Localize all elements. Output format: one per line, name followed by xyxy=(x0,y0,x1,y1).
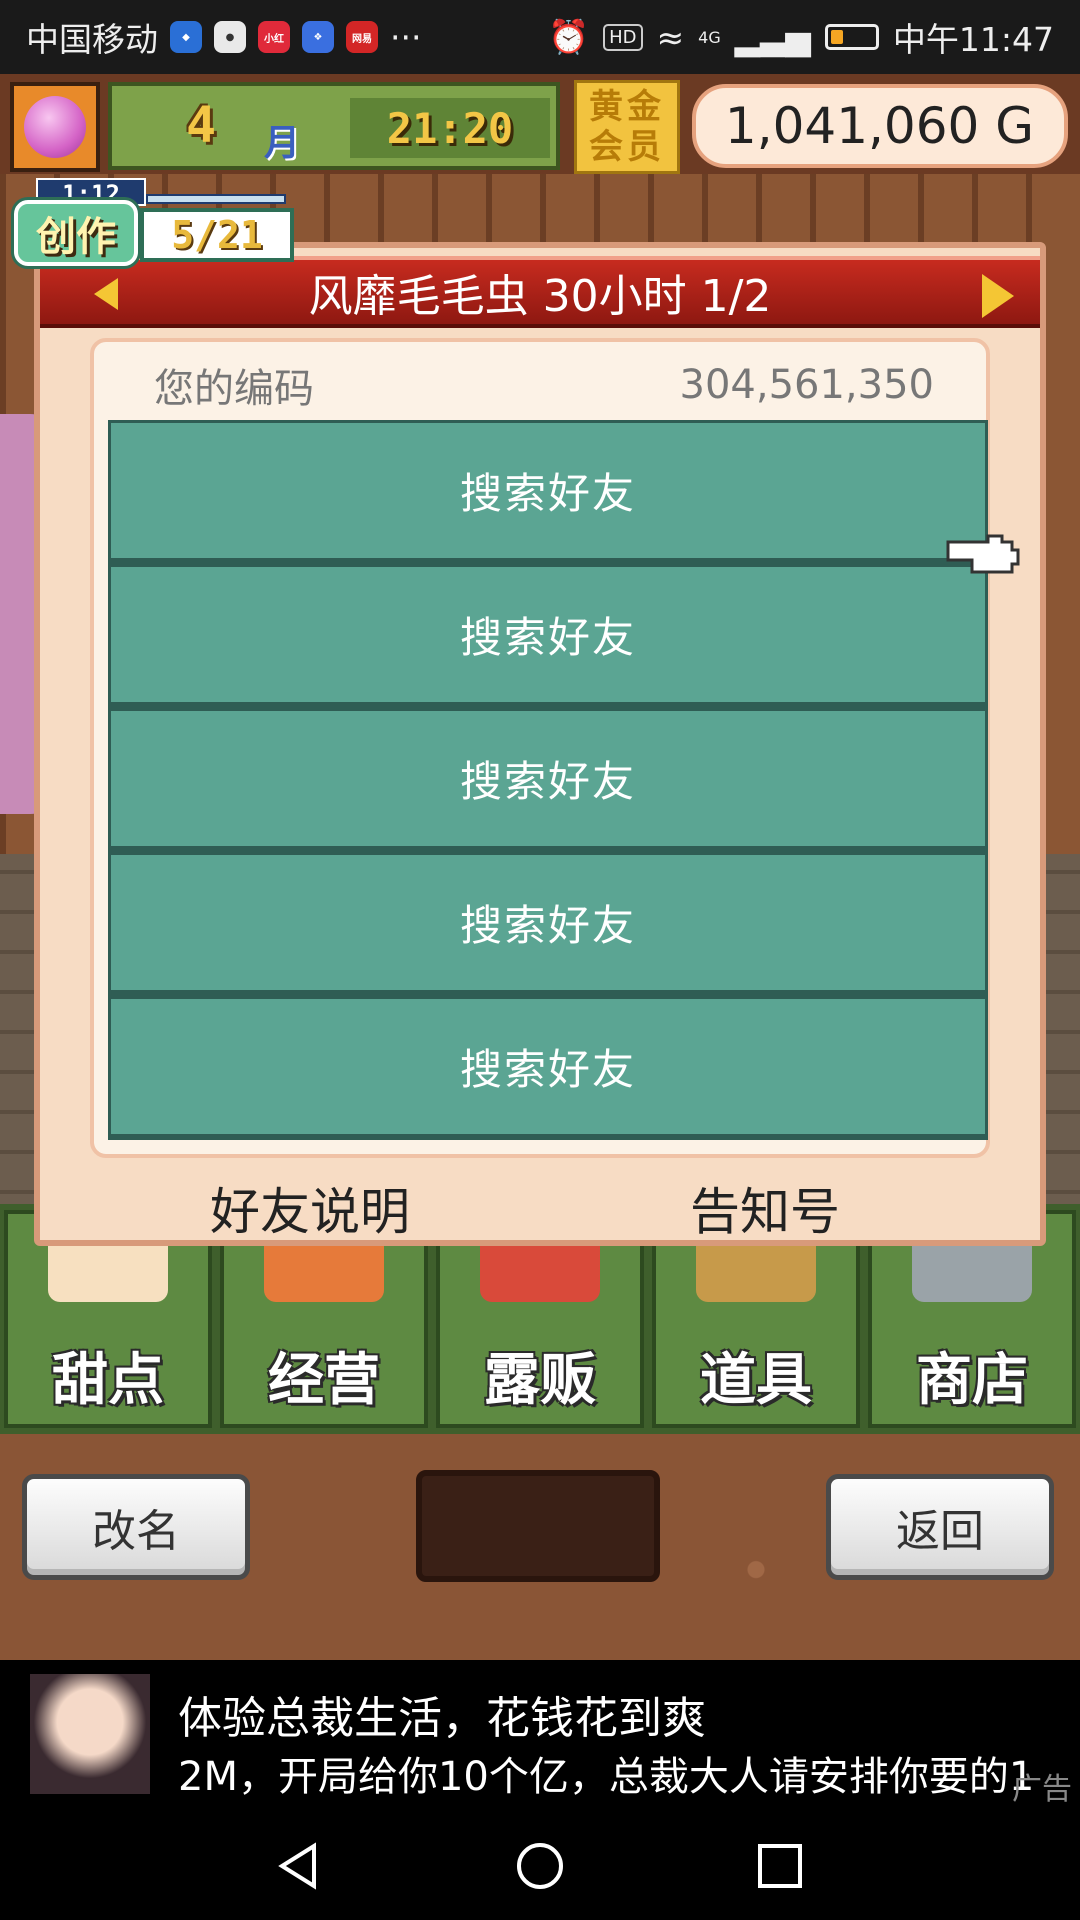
top-hud: 4 月 21:20 黄金 会员 1,041,060 G xyxy=(0,74,1080,174)
next-arrow-icon[interactable] xyxy=(982,274,1014,318)
prev-arrow-icon[interactable] xyxy=(94,278,118,310)
money-display: 1,041,060 G xyxy=(692,84,1068,168)
alarm-icon: ⏰ xyxy=(548,17,590,56)
creation-count: 5/21 xyxy=(140,208,294,262)
date-panel: 4 月 21:20 xyxy=(108,82,560,170)
tree-avatar-button[interactable] xyxy=(10,82,100,172)
gold-member-line1: 黄金 xyxy=(589,87,665,127)
back-triangle-icon[interactable] xyxy=(274,1840,326,1892)
network-type: 4G xyxy=(698,27,721,47)
xiaohongshu-icon: 小红 xyxy=(258,21,290,53)
search-friend-button[interactable]: 搜索好友 xyxy=(108,420,988,564)
pink-tree-icon xyxy=(24,96,86,158)
status-bar: 中国移动 ◆ ● 小红 ❖ 网易 ··· ⏰ HD ≈ 4G ▂▃▅ 中午11:… xyxy=(0,0,1080,74)
notify-number-button[interactable]: 告知号 xyxy=(690,1172,840,1244)
carrier-label: 中国移动 xyxy=(26,20,158,59)
baidu-icon: ❖ xyxy=(302,21,334,53)
wifi-icon: ≈ xyxy=(656,17,685,57)
center-slot xyxy=(416,1470,660,1582)
netease-icon: 网易 xyxy=(346,21,378,53)
clock-time: 中午11:47 xyxy=(892,20,1054,59)
home-circle-icon[interactable] xyxy=(514,1840,566,1892)
shield-icon: ◆ xyxy=(170,21,202,53)
category-label: 经营 xyxy=(268,1348,380,1413)
back-button[interactable]: 返回 xyxy=(826,1474,1054,1580)
game-area: 4 月 21:20 黄金 会员 1,041,060 G 1:12 创作 5/21… xyxy=(0,74,1080,1660)
signal-icon: ▂▃▅ xyxy=(734,17,811,57)
gold-member-badge[interactable]: 黄金 会员 xyxy=(574,80,680,174)
code-row: 您的编码 304,561,350 xyxy=(94,358,994,412)
ad-banner[interactable]: 体验总裁生活，花钱花到爽 2M，开局给你10个亿，总裁大人请安排你要的1 广告 xyxy=(0,1660,1080,1810)
navigation-bar xyxy=(0,1810,1080,1920)
creation-progress-bar xyxy=(146,194,286,204)
pointing-hand-icon xyxy=(946,534,1020,574)
rename-button[interactable]: 改名 xyxy=(22,1474,250,1580)
dialog-title: 风靡毛毛虫 30小时 1/2 xyxy=(308,271,772,322)
bottom-game-bar: 改名 返回 xyxy=(0,1434,1080,1660)
game-clock: 21:20 xyxy=(350,98,550,158)
category-label: 甜点 xyxy=(52,1348,164,1413)
browser-icon: ● xyxy=(214,21,246,53)
ad-title: 体验总裁生活，花钱花到爽 xyxy=(178,1693,706,1744)
code-value: 304,561,350 xyxy=(679,362,934,408)
month-label: 月 xyxy=(264,123,301,164)
search-friend-button[interactable]: 搜索好友 xyxy=(108,708,988,852)
code-label: 您的编码 xyxy=(154,366,314,412)
friend-slot-list: 搜索好友 搜索好友 搜索好友 搜索好友 搜索好友 xyxy=(108,420,988,1144)
category-label: 道具 xyxy=(700,1348,812,1413)
ad-tag: 广告 xyxy=(1012,1772,1072,1807)
creation-tag: 创作 xyxy=(14,200,138,266)
search-friend-button[interactable]: 搜索好友 xyxy=(108,564,988,708)
friend-help-button[interactable]: 好友说明 xyxy=(210,1172,410,1244)
friends-dialog: 风靡毛毛虫 30小时 1/2 您的编码 304,561,350 搜索好友 搜索好… xyxy=(34,242,1046,1246)
ad-avatar xyxy=(30,1674,150,1794)
hd-badge: HD xyxy=(603,23,643,51)
category-label: 露贩 xyxy=(484,1348,596,1413)
battery-icon xyxy=(824,24,879,50)
dialog-body: 您的编码 304,561,350 搜索好友 搜索好友 搜索好友 搜索好友 搜索好… xyxy=(90,338,990,1158)
month-number: 4 xyxy=(186,96,217,154)
category-label: 商店 xyxy=(916,1348,1028,1413)
creation-badge[interactable]: 1:12 创作 5/21 xyxy=(6,178,296,268)
ad-subtitle: 2M，开局给你10个亿，总裁大人请安排你要的1 xyxy=(178,1754,1035,1800)
more-notifications-icon: ··· xyxy=(390,17,422,57)
gold-member-line2: 会员 xyxy=(589,127,665,167)
recent-apps-square-icon[interactable] xyxy=(754,1840,806,1892)
search-friend-button[interactable]: 搜索好友 xyxy=(108,852,988,996)
search-friend-button[interactable]: 搜索好友 xyxy=(108,996,988,1140)
